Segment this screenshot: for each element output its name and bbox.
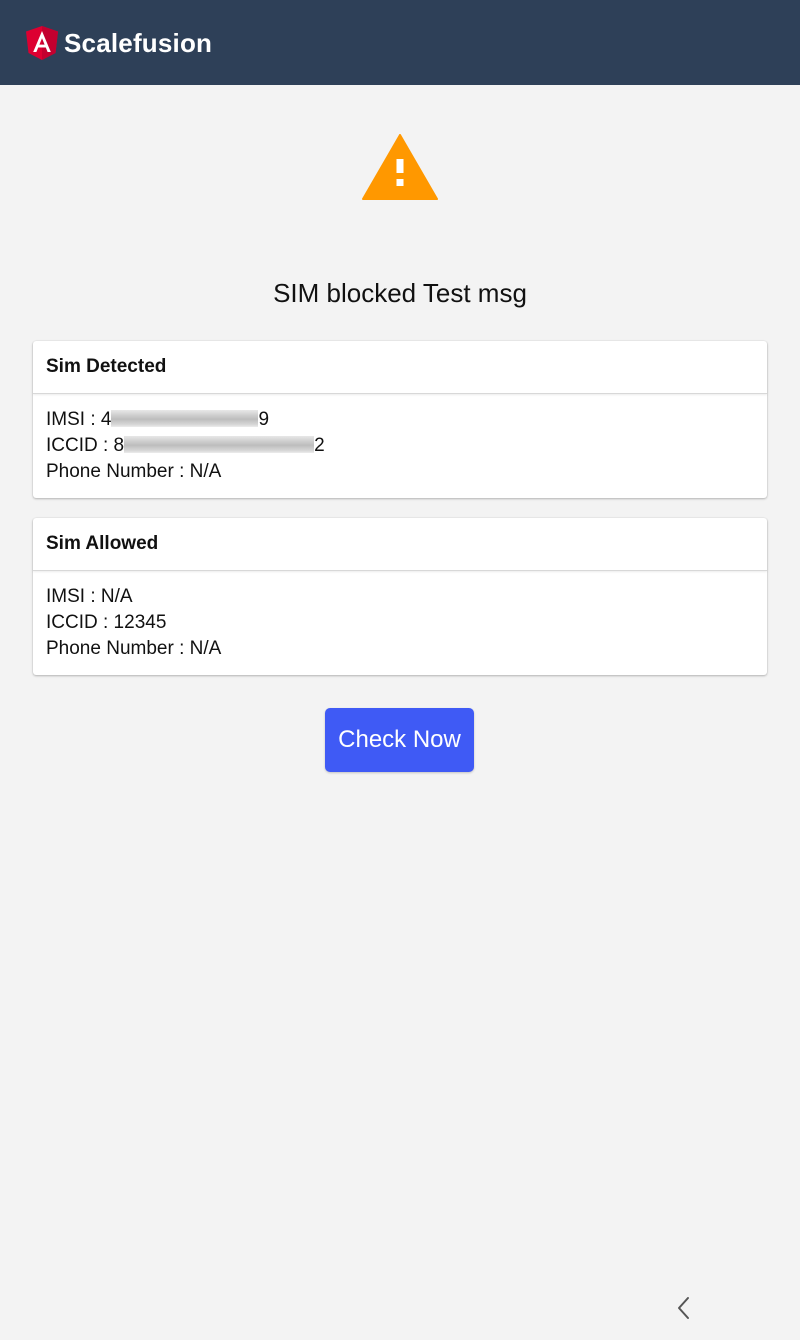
imsi-row: IMSI : 4 9	[46, 407, 746, 433]
card-header: Sim Allowed	[33, 518, 767, 571]
iccid-suffix: 2	[314, 435, 325, 456]
app-header: Scalefusion	[0, 0, 800, 85]
card-body: IMSI : 4 9 ICCID : 8 2 Phone Number : N/A	[46, 407, 746, 485]
card-body: IMSI : N/A ICCID : 12345 Phone Number : …	[46, 584, 746, 662]
iccid-row: ICCID : 12345	[46, 612, 167, 633]
sim-allowed-heading: Sim Allowed	[46, 533, 159, 554]
redacted-imsi	[111, 409, 259, 427]
imsi-suffix: 9	[258, 409, 270, 430]
phone-number-row: Phone Number : N/A	[46, 638, 222, 659]
sim-detected-heading: Sim Detected	[46, 356, 167, 377]
sim-detected-card: Sim Detected IMSI : 4 9 ICCID : 8 2 Phone …	[33, 341, 767, 498]
app-title: Scalefusion	[64, 28, 213, 58]
page-title: SIM blocked Test msg	[273, 278, 527, 308]
angular-shield-icon	[26, 26, 58, 60]
navigation-bar	[0, 1276, 800, 1340]
sim-allowed-card: Sim Allowed IMSI : N/A ICCID : 12345 Pho…	[33, 518, 767, 675]
warning-triangle-icon	[362, 134, 438, 200]
iccid-label: ICCID : 8	[46, 435, 125, 456]
imsi-row: IMSI : N/A	[46, 586, 133, 607]
iccid-row: ICCID : 8 2	[46, 433, 746, 459]
check-now-button[interactable]: Check Now	[325, 708, 474, 772]
phone-number-row: Phone Number : N/A	[46, 461, 222, 482]
redacted-iccid	[124, 435, 315, 453]
back-chevron-icon[interactable]	[672, 1296, 696, 1320]
imsi-label: IMSI : 4	[46, 409, 112, 430]
card-header: Sim Detected	[33, 341, 767, 394]
